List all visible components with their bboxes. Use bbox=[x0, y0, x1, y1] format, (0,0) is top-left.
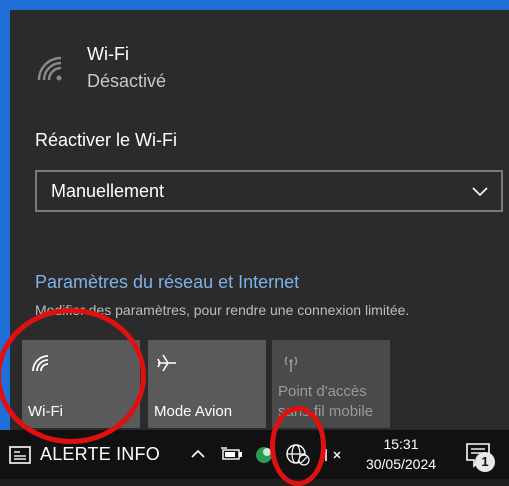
battery-icon[interactable] bbox=[218, 440, 246, 468]
reactivate-dropdown[interactable]: Manuellement bbox=[35, 170, 503, 212]
annotation-circle-network-icon bbox=[270, 406, 326, 486]
chevron-up-icon[interactable] bbox=[188, 440, 208, 468]
news-icon bbox=[9, 445, 31, 464]
hotspot-icon bbox=[284, 356, 298, 372]
airplane-mode-label: Mode Avion bbox=[154, 403, 233, 420]
clock-date: 30/05/2024 bbox=[365, 456, 437, 472]
annotation-circle-wifi-tile bbox=[0, 308, 146, 444]
news-headline: ALERTE INFO bbox=[40, 444, 160, 464]
dropdown-value: Manuellement bbox=[51, 180, 165, 201]
wifi-off-icon bbox=[37, 56, 62, 81]
wifi-state: Désactivé bbox=[87, 71, 167, 91]
clock[interactable]: 15:31 30/05/2024 bbox=[356, 434, 446, 474]
network-settings-link[interactable]: Paramètres du réseau et Internet bbox=[35, 272, 299, 293]
reactivate-label: Réactiver le Wi-Fi bbox=[35, 130, 178, 150]
chevron-down-icon bbox=[472, 187, 488, 197]
wifi-name: Wi-Fi bbox=[87, 44, 129, 64]
airplane-icon bbox=[157, 354, 176, 372]
desktop-wallpaper-top bbox=[0, 0, 509, 10]
news-widget[interactable]: ALERTE INFO bbox=[8, 444, 160, 465]
airplane-mode-tile[interactable]: Mode Avion bbox=[148, 340, 266, 428]
notification-count-badge: 1 bbox=[475, 452, 495, 472]
clock-time: 15:31 bbox=[383, 436, 419, 452]
wifi-status[interactable]: Wi-Fi Désactivé bbox=[35, 38, 166, 92]
